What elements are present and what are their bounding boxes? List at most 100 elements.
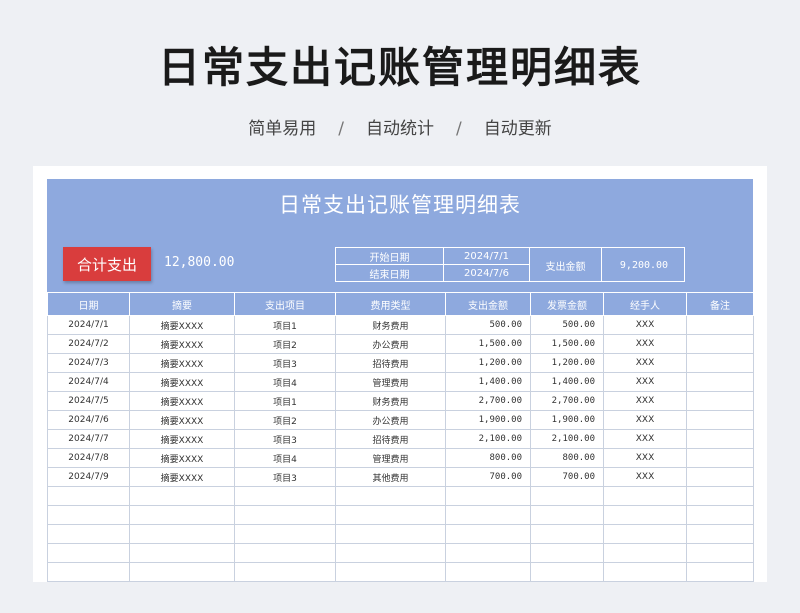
table-cell[interactable] (234, 505, 336, 525)
table-cell[interactable] (47, 486, 130, 506)
table-cell[interactable]: 摘要XXXX (129, 315, 235, 335)
table-cell[interactable] (129, 524, 235, 544)
table-cell[interactable]: 招待费用 (335, 429, 446, 449)
table-cell[interactable]: 1,200.00 (445, 353, 531, 373)
table-cell[interactable] (234, 486, 336, 506)
table-cell[interactable] (129, 562, 235, 582)
table-cell[interactable]: 2024/7/7 (47, 429, 130, 449)
table-cell[interactable]: 摘要XXXX (129, 410, 235, 430)
table-cell[interactable]: 1,500.00 (530, 334, 604, 354)
table-cell[interactable]: 项目4 (234, 372, 336, 392)
table-cell[interactable] (686, 372, 754, 392)
table-cell[interactable]: 管理费用 (335, 372, 446, 392)
table-cell[interactable]: XXX (603, 353, 687, 373)
table-cell[interactable]: 2024/7/4 (47, 372, 130, 392)
table-cell[interactable] (445, 486, 531, 506)
table-cell[interactable]: 摘要XXXX (129, 391, 235, 411)
table-cell[interactable]: 项目2 (234, 334, 336, 354)
table-cell[interactable]: 摘要XXXX (129, 353, 235, 373)
table-cell[interactable] (445, 505, 531, 525)
table-cell[interactable] (530, 486, 604, 506)
table-cell[interactable] (530, 543, 604, 563)
table-cell[interactable] (335, 524, 446, 544)
end-date-value[interactable]: 2024/7/6 (444, 265, 530, 282)
total-expense-button[interactable]: 合计支出 (63, 247, 151, 281)
table-cell[interactable] (129, 543, 235, 563)
table-cell[interactable]: 800.00 (445, 448, 531, 468)
table-cell[interactable] (129, 505, 235, 525)
table-cell[interactable]: 2024/7/2 (47, 334, 130, 354)
table-cell[interactable] (603, 486, 687, 506)
table-cell[interactable] (530, 505, 604, 525)
start-date-value[interactable]: 2024/7/1 (444, 248, 530, 265)
table-cell[interactable] (686, 315, 754, 335)
table-cell[interactable]: 财务费用 (335, 391, 446, 411)
table-cell[interactable]: 摘要XXXX (129, 372, 235, 392)
table-cell[interactable]: XXX (603, 429, 687, 449)
table-cell[interactable]: 800.00 (530, 448, 604, 468)
table-cell[interactable]: XXX (603, 391, 687, 411)
table-cell[interactable] (686, 486, 754, 506)
table-cell[interactable]: 500.00 (530, 315, 604, 335)
table-cell[interactable] (686, 562, 754, 582)
table-cell[interactable] (335, 505, 446, 525)
table-cell[interactable]: 2024/7/8 (47, 448, 130, 468)
table-cell[interactable] (686, 524, 754, 544)
table-cell[interactable] (530, 562, 604, 582)
table-cell[interactable]: 2024/7/5 (47, 391, 130, 411)
table-cell[interactable] (603, 562, 687, 582)
table-cell[interactable]: 2024/7/3 (47, 353, 130, 373)
table-cell[interactable]: 项目3 (234, 353, 336, 373)
table-cell[interactable] (603, 505, 687, 525)
table-cell[interactable] (530, 524, 604, 544)
table-cell[interactable]: 1,400.00 (530, 372, 604, 392)
table-cell[interactable] (335, 562, 446, 582)
table-cell[interactable]: 财务费用 (335, 315, 446, 335)
table-cell[interactable]: 招待费用 (335, 353, 446, 373)
table-cell[interactable] (445, 543, 531, 563)
table-cell[interactable] (335, 486, 446, 506)
table-cell[interactable] (129, 486, 235, 506)
table-cell[interactable]: 办公费用 (335, 334, 446, 354)
table-cell[interactable] (686, 410, 754, 430)
table-cell[interactable]: 项目1 (234, 391, 336, 411)
table-cell[interactable]: 摘要XXXX (129, 467, 235, 487)
table-cell[interactable] (335, 543, 446, 563)
table-cell[interactable]: 1,900.00 (530, 410, 604, 430)
table-cell[interactable]: 700.00 (445, 467, 531, 487)
table-cell[interactable]: 1,900.00 (445, 410, 531, 430)
table-cell[interactable]: XXX (603, 410, 687, 430)
table-cell[interactable] (603, 543, 687, 563)
table-cell[interactable] (686, 334, 754, 354)
table-cell[interactable]: 项目2 (234, 410, 336, 430)
table-cell[interactable]: 2024/7/1 (47, 315, 130, 335)
table-cell[interactable]: 摘要XXXX (129, 334, 235, 354)
table-cell[interactable]: 700.00 (530, 467, 604, 487)
table-cell[interactable] (234, 524, 336, 544)
table-cell[interactable]: 项目1 (234, 315, 336, 335)
table-cell[interactable]: 摘要XXXX (129, 448, 235, 468)
table-cell[interactable] (47, 505, 130, 525)
table-cell[interactable] (686, 505, 754, 525)
table-cell[interactable] (686, 391, 754, 411)
table-cell[interactable]: 500.00 (445, 315, 531, 335)
table-cell[interactable]: 2,700.00 (530, 391, 604, 411)
table-cell[interactable]: 项目4 (234, 448, 336, 468)
table-cell[interactable] (686, 429, 754, 449)
table-cell[interactable]: XXX (603, 448, 687, 468)
table-cell[interactable]: 项目3 (234, 429, 336, 449)
table-cell[interactable] (686, 467, 754, 487)
table-cell[interactable]: 项目3 (234, 467, 336, 487)
table-cell[interactable]: XXX (603, 372, 687, 392)
table-cell[interactable] (234, 543, 336, 563)
table-cell[interactable]: 2,100.00 (445, 429, 531, 449)
table-cell[interactable] (47, 543, 130, 563)
table-cell[interactable]: 2,700.00 (445, 391, 531, 411)
table-cell[interactable]: XXX (603, 467, 687, 487)
table-cell[interactable]: 1,500.00 (445, 334, 531, 354)
table-cell[interactable] (445, 524, 531, 544)
table-cell[interactable]: 2024/7/6 (47, 410, 130, 430)
table-cell[interactable] (686, 353, 754, 373)
table-cell[interactable]: 1,200.00 (530, 353, 604, 373)
table-cell[interactable]: 其他费用 (335, 467, 446, 487)
